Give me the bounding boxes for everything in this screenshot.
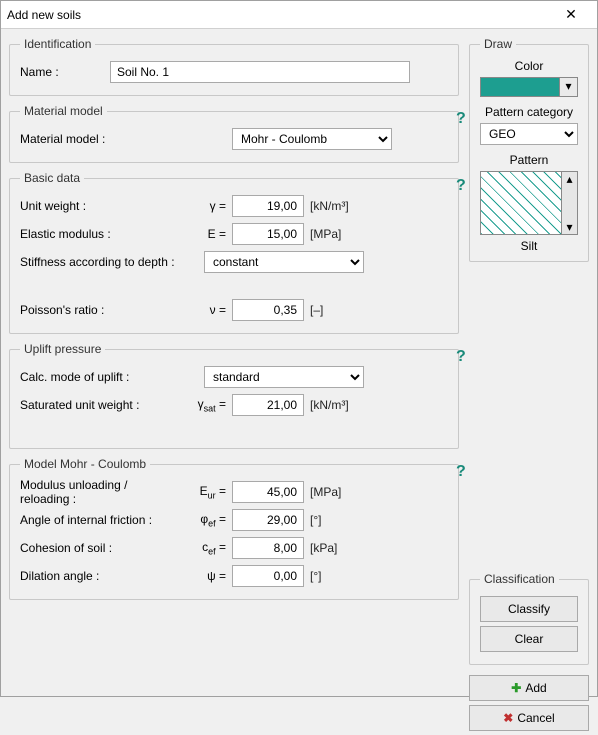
name-field[interactable] bbox=[110, 61, 410, 83]
pattern-category-select[interactable]: GEO bbox=[480, 123, 578, 145]
label-sat-weight: Saturated unit weight : bbox=[20, 398, 180, 412]
label-pattern: Pattern bbox=[480, 153, 578, 167]
label-unit-weight: Unit weight : bbox=[20, 199, 180, 213]
label-material-model: Material model : bbox=[20, 132, 180, 146]
group-identification: Identification Name : bbox=[9, 37, 459, 96]
group-draw: Draw Color ▾ Pattern category GEO Patter… bbox=[469, 37, 589, 262]
unit-kpa: [kPa] bbox=[304, 541, 337, 555]
legend-uplift: Uplift pressure bbox=[20, 342, 105, 356]
legend-draw: Draw bbox=[480, 37, 516, 51]
elastic-modulus-field[interactable] bbox=[232, 223, 304, 245]
pattern-name: Silt bbox=[480, 239, 578, 253]
poisson-field[interactable] bbox=[232, 299, 304, 321]
window-title: Add new soils bbox=[7, 8, 551, 22]
symbol-gamma-sat: γsat = bbox=[180, 397, 232, 413]
cohesion-field[interactable] bbox=[232, 537, 304, 559]
label-pattern-category: Pattern category bbox=[480, 105, 578, 119]
label-color: Color bbox=[480, 59, 578, 73]
phi-field[interactable] bbox=[232, 509, 304, 531]
color-swatch bbox=[480, 77, 560, 97]
x-icon: ✖ bbox=[503, 711, 513, 725]
label-uplift-mode: Calc. mode of uplift : bbox=[20, 370, 180, 384]
uplift-mode-select[interactable]: standard bbox=[204, 366, 364, 388]
unit-kn-m3: [kN/m³] bbox=[304, 199, 349, 213]
symbol-nu: ν = bbox=[180, 303, 232, 317]
right-column: Draw Color ▾ Pattern category GEO Patter… bbox=[469, 37, 589, 735]
legend-mohr: Model Mohr - Coulomb bbox=[20, 457, 150, 471]
label-stiffness: Stiffness according to depth : bbox=[20, 255, 180, 269]
symbol-psi: ψ = bbox=[180, 569, 232, 583]
unit-kn-m3: [kN/m³] bbox=[304, 398, 349, 412]
group-uplift: Uplift pressure ? Calc. mode of uplift :… bbox=[9, 342, 459, 449]
symbol-eur: Eur = bbox=[180, 484, 232, 500]
help-icon[interactable]: ? bbox=[456, 348, 472, 364]
legend-identification: Identification bbox=[20, 37, 95, 51]
label-name: Name : bbox=[20, 65, 110, 79]
symbol-gamma: γ = bbox=[180, 199, 232, 213]
symbol-phi: φef = bbox=[180, 512, 232, 528]
add-button[interactable]: ✚Add bbox=[469, 675, 589, 701]
unit-dimless: [–] bbox=[304, 303, 323, 317]
unit-deg: [°] bbox=[304, 513, 321, 527]
clear-button[interactable]: Clear bbox=[480, 626, 578, 652]
stiffness-select[interactable]: constant bbox=[204, 251, 364, 273]
unit-weight-field[interactable] bbox=[232, 195, 304, 217]
label-eur: Modulus unloading / reloading : bbox=[20, 478, 180, 506]
label-poisson: Poisson's ratio : bbox=[20, 303, 180, 317]
pattern-preview[interactable] bbox=[480, 171, 562, 235]
unit-mpa: [MPa] bbox=[304, 227, 341, 241]
group-material-model: Material model ? Material model : Mohr -… bbox=[9, 104, 459, 163]
sat-weight-field[interactable] bbox=[232, 394, 304, 416]
label-cohesion: Cohesion of soil : bbox=[20, 541, 180, 555]
label-dilation: Dilation angle : bbox=[20, 569, 180, 583]
symbol-e: E = bbox=[180, 227, 232, 241]
legend-material-model: Material model bbox=[20, 104, 107, 118]
unit-mpa: [MPa] bbox=[304, 485, 341, 499]
group-classification: Classification Classify Clear bbox=[469, 572, 589, 665]
legend-basic-data: Basic data bbox=[20, 171, 84, 185]
unit-deg: [°] bbox=[304, 569, 321, 583]
group-basic-data: Basic data ? Unit weight : γ = [kN/m³] E… bbox=[9, 171, 459, 334]
pattern-scroll[interactable]: ▴▾ bbox=[562, 171, 578, 235]
classify-button[interactable]: Classify bbox=[480, 596, 578, 622]
color-picker[interactable]: ▾ bbox=[480, 77, 578, 97]
group-mohr: Model Mohr - Coulomb ? Modulus unloading… bbox=[9, 457, 459, 600]
eur-field[interactable] bbox=[232, 481, 304, 503]
left-column: Identification Name : Material model ? M… bbox=[9, 37, 459, 608]
cancel-button[interactable]: ✖Cancel bbox=[469, 705, 589, 731]
symbol-c: cef = bbox=[180, 540, 232, 556]
dialog-add-new-soils: Add new soils ✕ Identification Name : Ma… bbox=[0, 0, 598, 697]
dilation-field[interactable] bbox=[232, 565, 304, 587]
chevron-down-icon[interactable]: ▾ bbox=[560, 77, 578, 97]
label-elastic-modulus: Elastic modulus : bbox=[20, 227, 180, 241]
plus-icon: ✚ bbox=[511, 681, 521, 695]
dialog-content: Identification Name : Material model ? M… bbox=[1, 29, 597, 696]
legend-classification: Classification bbox=[480, 572, 559, 586]
material-model-select[interactable]: Mohr - Coulomb bbox=[232, 128, 392, 150]
titlebar: Add new soils ✕ bbox=[1, 1, 597, 29]
help-icon[interactable]: ? bbox=[456, 463, 472, 479]
label-phi: Angle of internal friction : bbox=[20, 513, 180, 527]
close-icon[interactable]: ✕ bbox=[551, 6, 591, 23]
